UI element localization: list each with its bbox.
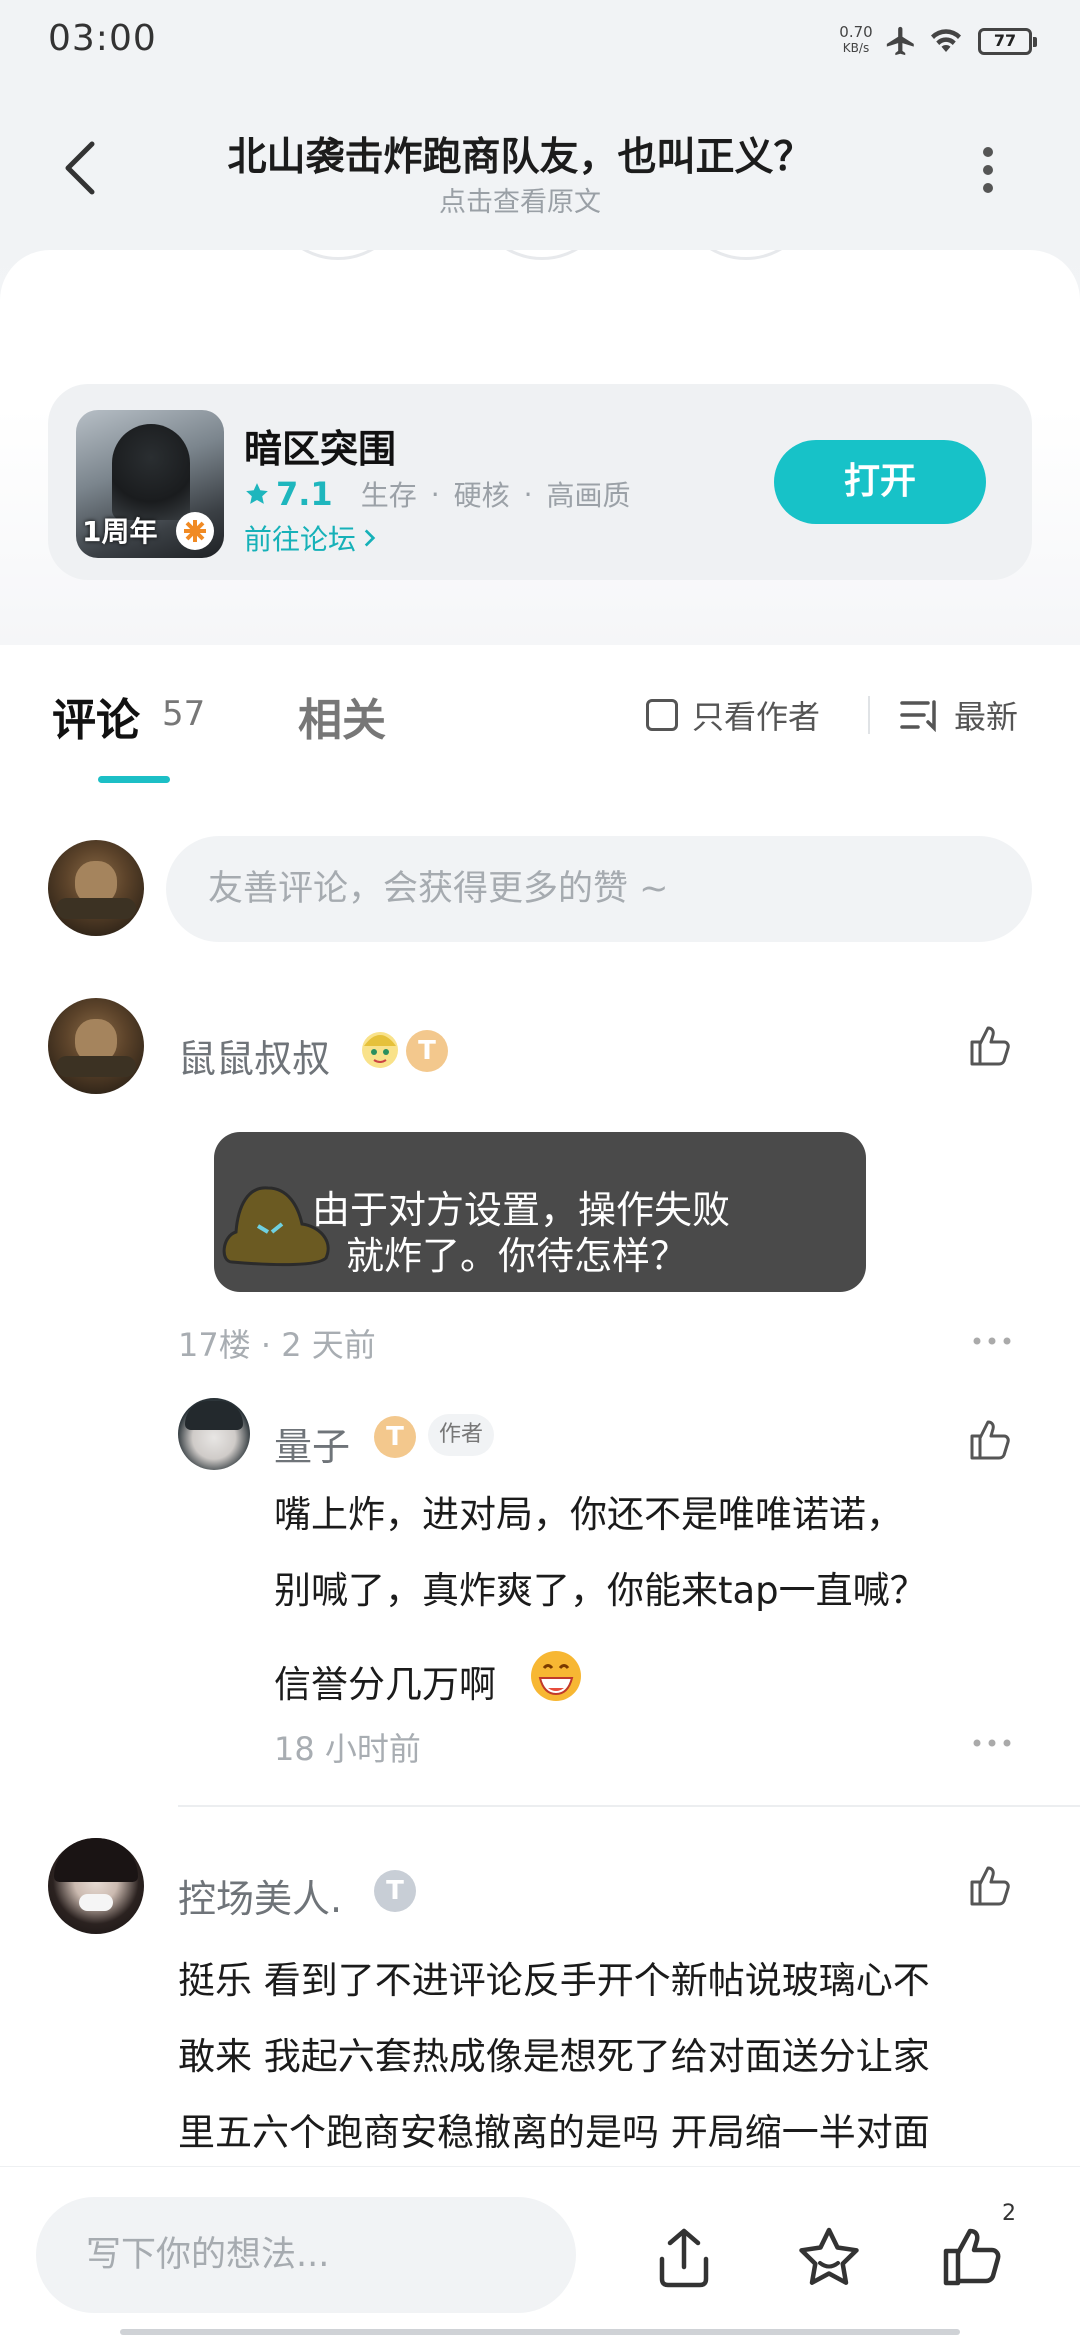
tencent-logo-icon	[176, 512, 214, 550]
more-dots-icon[interactable]	[972, 1738, 1012, 1748]
sort-button[interactable]: 最新	[900, 692, 1018, 738]
game-tag: 高画质	[546, 479, 631, 512]
sort-icon	[900, 700, 936, 732]
reply-name[interactable]: 量子	[274, 1416, 350, 1471]
wifi-icon	[931, 29, 961, 52]
like-icon[interactable]	[940, 2225, 1004, 2289]
tab-comments[interactable]: 评论	[52, 684, 140, 748]
error-toast: 由于对方设置，操作失败 就炸了。你待怎样？	[214, 1132, 866, 1292]
level-badge: T	[374, 1870, 416, 1912]
chevron-right-icon	[364, 529, 376, 547]
reply-avatar[interactable]	[178, 1398, 250, 1470]
favorite-star-icon[interactable]	[796, 2225, 862, 2289]
reply-time: 18 小时前	[274, 1730, 421, 1768]
top-area: 03:00 0.70 KB/s 77 北山袭击炸跑商队友，也叫正义？ 点击查看原文…	[0, 0, 1080, 645]
action-circle-comment[interactable]	[268, 250, 408, 260]
like-icon[interactable]	[966, 1862, 1014, 1910]
only-author-toggle[interactable]: 只看作者	[646, 692, 820, 738]
comment-text: 就炸了。你待怎样？	[346, 1234, 689, 1278]
like-icon[interactable]	[966, 1022, 1014, 1070]
avatar-hair	[53, 1838, 139, 1883]
level-badge: T	[374, 1416, 416, 1458]
author-tag: 作者	[428, 1414, 494, 1456]
bottom-bar: 写下你的想法... 2	[0, 2166, 1080, 2340]
sort-label: 最新	[954, 698, 1019, 736]
tag-separator: ·	[430, 477, 440, 511]
open-game-button[interactable]: 打开	[774, 440, 986, 524]
game-tag: 生存	[360, 479, 417, 512]
reply-text: 嘴上炸，进对局，你还不是唯唯诺诺，	[274, 1493, 903, 1536]
forum-link-label: 前往论坛	[244, 523, 357, 556]
more-dots-icon[interactable]	[972, 1336, 1012, 1346]
commenter-name[interactable]: 控场美人.	[178, 1868, 342, 1923]
tag-separator: ·	[523, 477, 533, 511]
more-options-icon[interactable]	[960, 142, 1016, 198]
tab-related[interactable]: 相关	[298, 684, 386, 748]
battery-icon: 77	[978, 28, 1037, 55]
action-circle-share[interactable]	[676, 250, 816, 260]
avatar-hair	[185, 1400, 243, 1430]
character-badge-icon	[362, 1032, 398, 1068]
net-speed-value: 0.70	[839, 23, 873, 41]
forum-link[interactable]: 前往论坛	[244, 518, 382, 558]
like-count: 2	[1002, 2201, 1016, 2226]
grin-emoji-icon	[531, 1651, 581, 1701]
post-title: 北山袭击炸跑商队友，也叫正义？	[227, 135, 813, 180]
net-speed: 0.70 KB/s	[836, 24, 876, 56]
comment-input[interactable]: 友善评论，会获得更多的赞 ~	[166, 836, 1032, 942]
status-bar: 03:00 0.70 KB/s 77	[0, 0, 1080, 80]
status-time: 03:00	[48, 18, 157, 59]
back-button[interactable]	[56, 136, 106, 200]
net-speed-unit: KB/s	[842, 41, 870, 55]
checkbox-icon	[646, 699, 678, 731]
avatar-detail	[55, 897, 137, 919]
comments-count: 57	[162, 694, 206, 734]
commenter-avatar[interactable]	[48, 998, 144, 1094]
only-author-label: 只看作者	[692, 698, 821, 736]
game-card[interactable]: 1周年 暗区突围 7.1 生存 · 硬核 · 高画质 前往论坛 打开	[48, 384, 1032, 580]
avatar-detail	[55, 1055, 137, 1077]
share-icon[interactable]	[654, 2225, 714, 2289]
game-score: 7.1	[276, 475, 333, 513]
comment-text: 挺乐 看到了不进评论反手开个新帖说玻璃心不	[178, 1959, 930, 2002]
like-icon[interactable]	[966, 1416, 1014, 1464]
divider	[178, 1805, 1080, 1807]
toast-message: 由于对方设置，操作失败	[312, 1188, 731, 1232]
view-original-link[interactable]: 点击查看原文	[160, 180, 880, 219]
reply-text: 信誉分几万啊	[274, 1663, 496, 1706]
airplane-icon	[886, 26, 914, 56]
reply-input[interactable]: 写下你的想法...	[36, 2197, 576, 2313]
reply-text: 别喊了，真炸爽了，你能来tap一直喊？	[274, 1569, 927, 1612]
comment-text: 里五六个跑商安稳撤离的是吗 开局缩一半对面	[178, 2111, 930, 2154]
commenter-avatar[interactable]	[48, 1838, 144, 1934]
my-avatar[interactable]	[48, 840, 144, 936]
home-indicator	[120, 2329, 960, 2335]
avatar-mask	[78, 1893, 114, 1911]
game-tag: 硬核	[453, 479, 510, 512]
commenter-name[interactable]: 鼠鼠叔叔	[178, 1028, 330, 1083]
soldier-art	[112, 424, 190, 520]
star-icon	[246, 483, 268, 504]
game-meta: 7.1 生存 · 硬核 · 高画质	[244, 474, 631, 514]
active-tab-indicator	[98, 776, 170, 783]
game-name: 暗区突围	[244, 427, 397, 471]
anniversary-badge: 1周年	[82, 515, 158, 548]
divider	[868, 696, 870, 734]
game-icon: 1周年	[76, 410, 224, 558]
comment-text: 敢来 我起六套热成像是想死了给对面送分让家	[178, 2035, 930, 2078]
floor-time: 17楼 · 2 天前	[178, 1326, 376, 1364]
action-circle-collect[interactable]	[472, 250, 612, 260]
level-badge: T	[406, 1030, 448, 1072]
post-footer-card: 1周年 暗区突围 7.1 生存 · 硬核 · 高画质 前往论坛 打开	[0, 250, 1080, 645]
